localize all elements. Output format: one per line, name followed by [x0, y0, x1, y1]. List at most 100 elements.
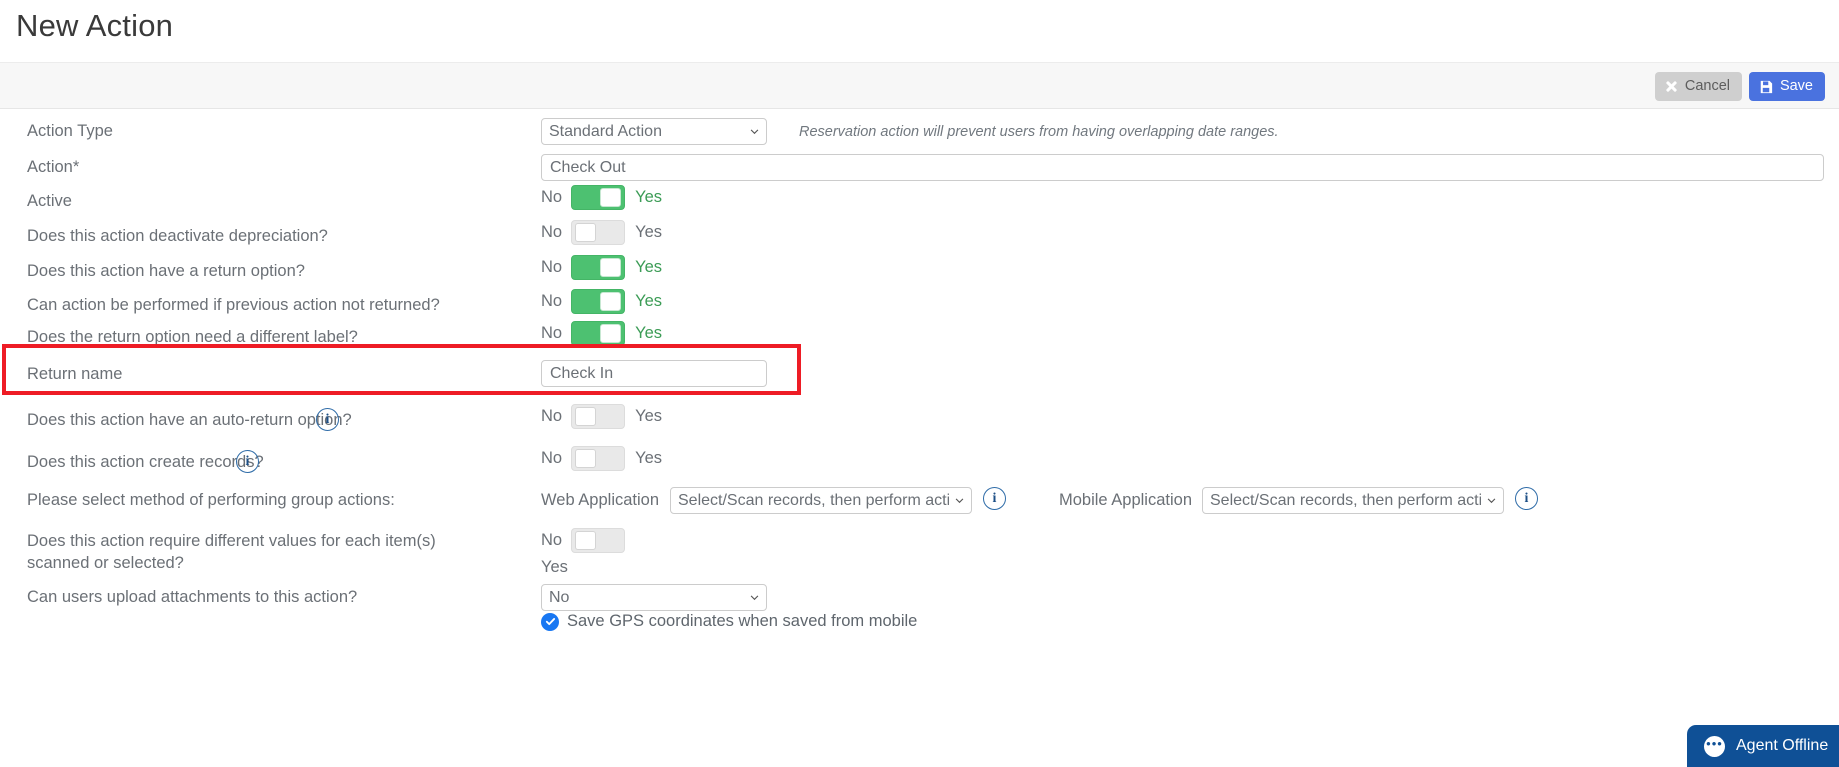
- auto-return-label: Does this action have an auto-return opt…: [27, 411, 352, 429]
- page-title: New Action: [16, 8, 174, 43]
- different-values-toggle-group: No: [541, 528, 626, 553]
- row-return-option: Does this action have a return option? N…: [0, 250, 1839, 285]
- gps-checkbox[interactable]: [541, 612, 559, 631]
- gps-label: Save GPS coordinates when saved from mob…: [567, 612, 918, 630]
- auto-return-yes-label: Yes: [635, 407, 663, 426]
- previous-not-returned-toggle-group: No Yes: [541, 289, 662, 314]
- previous-not-returned-yes-label: Yes: [635, 292, 663, 311]
- return-different-label-toggle[interactable]: [571, 321, 626, 346]
- page-header: New Action: [0, 0, 1839, 62]
- attachments-select-wrap: No: [541, 584, 767, 611]
- web-application-select-wrap: Select/Scan records, then perform action: [670, 487, 972, 514]
- web-application-info-icon[interactable]: i: [983, 487, 1006, 510]
- return-different-label-yes-label: Yes: [635, 324, 663, 343]
- mobile-application-select[interactable]: Select/Scan records, then perform action: [1202, 487, 1504, 514]
- action-name-label: Action*: [27, 158, 80, 176]
- row-action-name: Action*: [0, 145, 1839, 181]
- action-type-label: Action Type: [27, 122, 113, 140]
- row-gps: Save GPS coordinates when saved from mob…: [0, 611, 1839, 641]
- return-different-label-no-label: No: [541, 324, 563, 343]
- return-different-label-label: Does the return option need a different …: [27, 328, 358, 346]
- floppy-disk-icon: [1760, 80, 1773, 93]
- row-active: Active No Yes: [0, 180, 1839, 215]
- create-records-toggle[interactable]: [571, 446, 626, 471]
- row-auto-return: Does this action have an auto-return opt…: [0, 400, 1839, 440]
- save-button[interactable]: Save: [1748, 72, 1825, 101]
- chat-bubble-icon: •••: [1704, 735, 1725, 757]
- active-toggle-knob: [600, 188, 622, 207]
- deactivate-depreciation-label: Does this action deactivate depreciation…: [27, 227, 328, 245]
- row-create-records: Does this action create records? i No Ye…: [0, 440, 1839, 482]
- return-option-label: Does this action have a return option?: [27, 262, 305, 280]
- row-group-actions: Please select method of performing group…: [0, 482, 1839, 524]
- different-values-no-label: No: [541, 531, 563, 550]
- row-return-name: Return name: [0, 348, 1839, 400]
- return-option-toggle-knob: [600, 258, 622, 277]
- action-type-select-wrap: Standard Action: [541, 118, 767, 145]
- active-toggle-yes-label: Yes: [635, 188, 663, 207]
- close-icon: [1665, 80, 1678, 93]
- attachments-select[interactable]: No: [541, 584, 767, 611]
- deactivate-depreciation-yes-label: Yes: [635, 223, 663, 242]
- mobile-application-info-icon[interactable]: i: [1515, 487, 1538, 510]
- active-toggle[interactable]: [571, 185, 626, 210]
- gps-checkbox-line: Save GPS coordinates when saved from mob…: [541, 612, 917, 631]
- row-different-values: Does this action require different value…: [0, 524, 1839, 582]
- cancel-button-label: Cancel: [1684, 78, 1730, 95]
- active-toggle-group: No Yes: [541, 185, 662, 210]
- return-option-no-label: No: [541, 258, 563, 277]
- different-values-label: Does this action require different value…: [27, 532, 436, 572]
- row-previous-not-returned: Can action be performed if previous acti…: [0, 285, 1839, 318]
- return-option-toggle[interactable]: [571, 255, 626, 280]
- cancel-button[interactable]: Cancel: [1654, 72, 1742, 101]
- active-label: Active: [27, 192, 72, 210]
- different-values-toggle[interactable]: [571, 528, 626, 553]
- new-action-page: New Action Cancel Save Action Type Stand…: [0, 0, 1839, 767]
- different-values-toggle-knob: [575, 531, 597, 550]
- create-records-no-label: No: [541, 449, 563, 468]
- auto-return-info-icon[interactable]: i: [316, 408, 339, 431]
- return-different-label-toggle-knob: [600, 324, 622, 343]
- previous-not-returned-toggle[interactable]: [571, 289, 626, 314]
- return-name-input[interactable]: [541, 360, 767, 387]
- check-icon: [545, 618, 555, 626]
- deactivate-depreciation-toggle-group: No Yes: [541, 220, 662, 245]
- active-toggle-no-label: No: [541, 188, 563, 207]
- create-records-info-icon[interactable]: i: [236, 450, 259, 473]
- auto-return-toggle-group: No Yes: [541, 404, 662, 429]
- auto-return-toggle[interactable]: [571, 404, 626, 429]
- return-option-toggle-group: No Yes: [541, 255, 662, 280]
- create-records-label: Does this action create records?: [27, 453, 264, 471]
- mobile-application-select-wrap: Select/Scan records, then perform action: [1202, 487, 1504, 514]
- previous-not-returned-label: Can action be performed if previous acti…: [27, 296, 440, 314]
- return-name-label: Return name: [27, 365, 123, 383]
- web-application-label: Web Application: [541, 491, 660, 509]
- return-different-label-toggle-group: No Yes: [541, 321, 662, 346]
- action-toolbar: Cancel Save: [0, 62, 1839, 109]
- attachments-label: Can users upload attachments to this act…: [27, 588, 358, 606]
- row-action-type: Action Type Standard Action Reservation …: [0, 109, 1839, 145]
- deactivate-depreciation-toggle[interactable]: [571, 220, 626, 245]
- auto-return-no-label: No: [541, 407, 563, 426]
- deactivate-depreciation-toggle-knob: [575, 223, 597, 242]
- auto-return-toggle-knob: [575, 407, 597, 426]
- chat-widget[interactable]: ••• Agent Offline: [1687, 725, 1839, 767]
- action-type-hint: Reservation action will prevent users fr…: [799, 124, 1279, 140]
- return-option-yes-label: Yes: [635, 258, 663, 277]
- previous-not-returned-no-label: No: [541, 292, 563, 311]
- action-type-select[interactable]: Standard Action: [541, 118, 767, 145]
- action-name-input[interactable]: [541, 154, 1824, 181]
- deactivate-depreciation-no-label: No: [541, 223, 563, 242]
- previous-not-returned-toggle-knob: [600, 292, 622, 311]
- web-application-select[interactable]: Select/Scan records, then perform action: [670, 487, 972, 514]
- row-deactivate-depreciation: Does this action deactivate depreciation…: [0, 215, 1839, 250]
- action-form: Action Type Standard Action Reservation …: [0, 109, 1839, 767]
- create-records-toggle-group: No Yes: [541, 446, 662, 471]
- group-actions-label: Please select method of performing group…: [27, 491, 395, 509]
- create-records-toggle-knob: [575, 449, 597, 468]
- row-return-different-label: Does the return option need a different …: [0, 318, 1839, 348]
- chat-status-label: Agent Offline: [1736, 737, 1829, 754]
- save-button-label: Save: [1779, 78, 1813, 95]
- mobile-application-label: Mobile Application: [1059, 491, 1192, 509]
- create-records-yes-label: Yes: [635, 449, 663, 468]
